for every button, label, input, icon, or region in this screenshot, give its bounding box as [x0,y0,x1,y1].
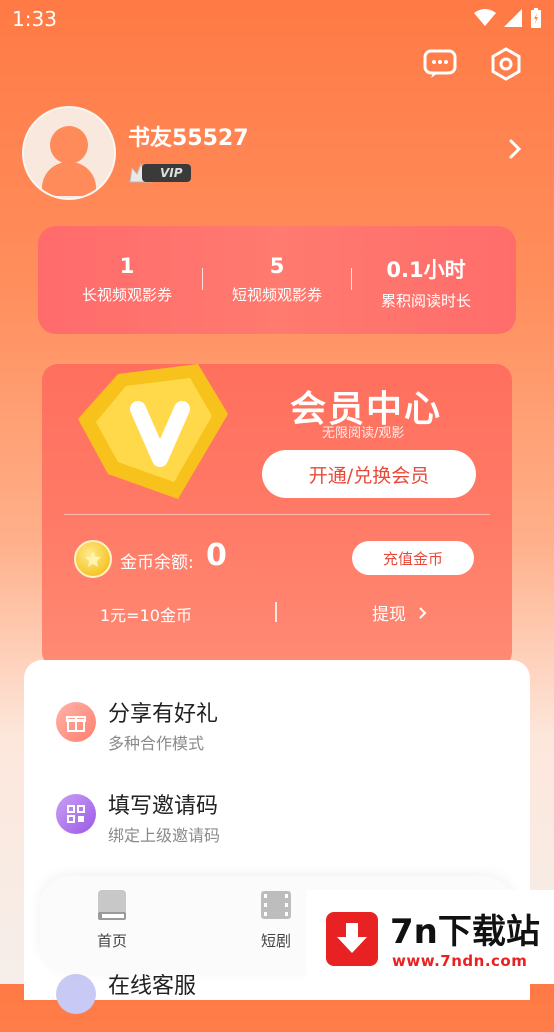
divider [64,514,490,515]
book-icon [98,890,126,920]
settings-button[interactable] [488,46,524,82]
watermark-title: 7n下载站 [390,912,540,952]
stat-value: 5 [269,254,285,278]
stat-value: 0.1小时 [386,258,466,282]
stat-short-video-tickets[interactable]: 5 短视频观影券 [202,254,352,305]
stats-card: 1 长视频观影券 5 短视频观影券 0.1小时 累积阅读时长 [38,226,516,334]
withdraw-label: 提现 [372,605,406,625]
stat-label: 累积阅读时长 [380,292,471,310]
stat-reading-time[interactable]: 0.1小时 累积阅读时长 [351,254,501,311]
battery-icon [531,8,541,28]
menu-item-invite-code[interactable]: 填写邀请码 绑定上级邀请码 [56,788,496,852]
wifi-icon [474,9,496,26]
avatar-body [42,162,96,196]
avatar[interactable] [22,106,116,200]
coin-balance-value: 0 [206,538,227,573]
menu-item-title: 填写邀请码 [108,794,219,819]
divider [275,602,277,622]
headset-icon [56,974,96,1014]
nav-label: 短剧 [260,932,291,950]
message-button[interactable] [422,46,458,82]
menu-item-subtitle: 多种合作模式 [108,734,205,753]
download-icon [326,912,378,966]
nav-item-home[interactable]: 首页 [72,888,152,951]
menu-item-subtitle: 绑定上级邀请码 [108,826,221,845]
vip-center-card: 会员中心 无限阅读/观影 开通/兑换会员 金币余额: 0 充值金币 1元=10金… [42,364,512,668]
menu-item-title: 在线客服 [108,974,197,999]
open-membership-button[interactable]: 开通/兑换会员 [262,450,476,498]
nav-item-short-drama[interactable]: 短剧 [236,888,316,951]
vip-label: VIP [142,164,191,182]
top-actions [422,46,524,82]
menu-item-share[interactable]: 分享有好礼 多种合作模式 [56,696,496,760]
vip-subtitle: 无限阅读/观影 [322,426,405,441]
film-icon [261,891,291,919]
qr-code-icon [56,794,96,834]
status-icons [474,8,542,28]
exchange-rate: 1元=10金币 [100,606,192,625]
vip-badge: VIP [128,162,191,184]
gear-icon [491,47,521,81]
menu-item-title: 分享有好礼 [108,702,219,727]
withdraw-link[interactable]: 提现 [372,600,427,625]
username: 书友55527 [128,126,249,151]
coin-balance-label: 金币余额: [120,553,194,573]
stat-long-video-tickets[interactable]: 1 长视频观影券 [52,254,202,305]
watermark: 7n下载站 www.7ndn.com [306,890,554,984]
profile-section[interactable]: 书友55527 VIP [22,106,532,200]
status-time: 1:33 [12,7,57,31]
recharge-coins-button[interactable]: 充值金币 [352,541,474,575]
chevron-right-icon[interactable] [508,138,522,160]
status-bar: 1:33 [0,0,554,38]
coin-icon [74,540,112,578]
stat-value: 1 [119,254,135,278]
signal-icon [504,9,522,27]
stat-label: 短视频观影券 [231,286,322,304]
chevron-right-icon [419,606,427,619]
nav-label: 首页 [96,932,127,950]
avatar-head [50,126,88,164]
vip-gem-icon [78,364,228,499]
watermark-url: www.7ndn.com [392,952,528,970]
chat-icon [423,49,457,78]
stat-label: 长视频观影券 [81,286,172,304]
gift-icon [56,702,96,742]
